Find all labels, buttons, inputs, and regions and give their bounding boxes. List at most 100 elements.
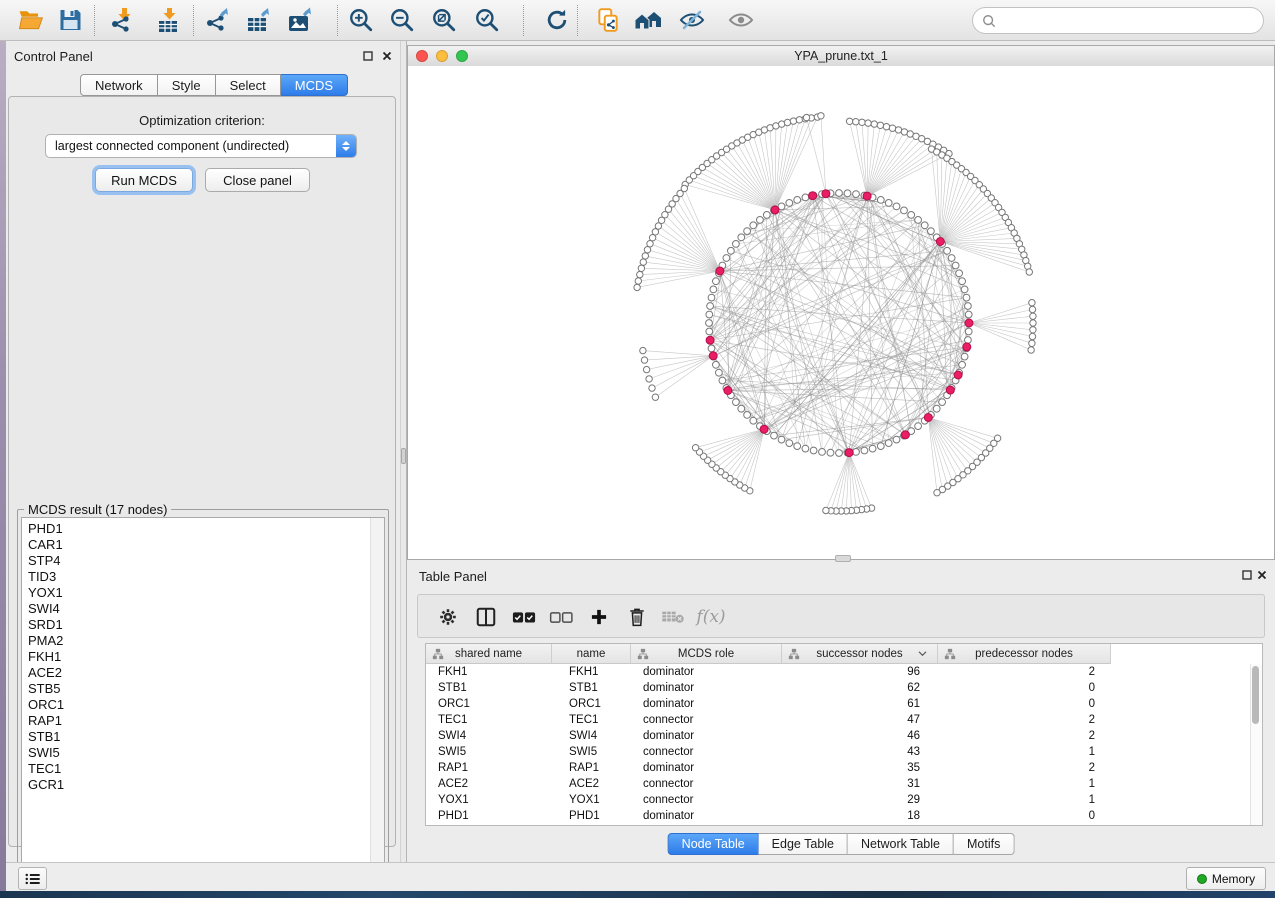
- table-row[interactable]: STB1STB1dominator620: [426, 680, 1262, 696]
- tab-edge-table[interactable]: Edge Table: [759, 833, 848, 855]
- close-table-panel-icon[interactable]: [1255, 568, 1269, 582]
- table-scrollbar[interactable]: [1250, 664, 1262, 825]
- settings-gear-icon[interactable]: [433, 602, 463, 632]
- mcds-result-item[interactable]: ACE2: [22, 665, 370, 681]
- import-table-icon[interactable]: [152, 5, 186, 35]
- mcds-result-item[interactable]: TEC1: [22, 761, 370, 777]
- table-cell: connector: [631, 792, 782, 808]
- run-mcds-button[interactable]: Run MCDS: [95, 168, 193, 192]
- toolbar-separator: [94, 5, 95, 36]
- table-row[interactable]: SWI4SWI4dominator462: [426, 728, 1262, 744]
- tab-motifs[interactable]: Motifs: [954, 833, 1014, 855]
- mcds-result-item[interactable]: RAP1: [22, 713, 370, 729]
- search-field[interactable]: [972, 7, 1264, 34]
- table-row[interactable]: TEC1TEC1connector472: [426, 712, 1262, 728]
- table-row[interactable]: YOX1YOX1connector291: [426, 792, 1262, 808]
- table-cell: PHD1: [426, 808, 552, 824]
- column-header-mcds-role[interactable]: MCDS role: [631, 644, 782, 664]
- zoom-in-icon[interactable]: [344, 5, 378, 35]
- mcds-result-item[interactable]: STB1: [22, 729, 370, 745]
- float-table-panel-icon[interactable]: [1240, 568, 1254, 582]
- mcds-result-item[interactable]: SWI5: [22, 745, 370, 761]
- add-column-icon[interactable]: [584, 602, 614, 632]
- mcds-result-item[interactable]: PHD1: [22, 521, 370, 537]
- hide-selected-icon[interactable]: [675, 5, 709, 35]
- close-panel-icon[interactable]: [380, 49, 394, 63]
- table-cell: dominator: [631, 696, 782, 712]
- mcds-result-group: MCDS result (17 nodes) PHD1CAR1STP4TID3Y…: [17, 509, 389, 889]
- table-row[interactable]: PHD1PHD1dominator180: [426, 808, 1262, 824]
- criterion-dropdown[interactable]: largest connected component (undirected): [45, 134, 357, 158]
- mcds-result-item[interactable]: FKH1: [22, 649, 370, 665]
- first-neighbors-icon[interactable]: [631, 5, 665, 35]
- task-history-button[interactable]: [18, 867, 47, 890]
- node-table-header: shared name name MCDS role successor nod…: [426, 644, 1111, 664]
- table-cell: ACE2: [552, 776, 631, 792]
- table-row[interactable]: FKH1FKH1dominator962: [426, 664, 1262, 680]
- select-all-icon[interactable]: [509, 602, 539, 632]
- table-cell: dominator: [631, 760, 782, 776]
- horizontal-splitter-grip[interactable]: [835, 555, 851, 562]
- table-cell: 2: [938, 712, 1111, 728]
- application-window: Control Panel Network Style Select MCDS …: [0, 0, 1275, 898]
- tab-network[interactable]: Network: [80, 74, 158, 96]
- network-graph[interactable]: [408, 66, 1274, 559]
- copy-network-icon[interactable]: [591, 5, 625, 35]
- mcds-tab-content: Optimization criterion: largest connecte…: [8, 96, 396, 847]
- table-cell: 2: [938, 760, 1111, 776]
- mcds-result-listbox[interactable]: PHD1CAR1STP4TID3YOX1SWI4SRD1PMA2FKH1ACE2…: [21, 517, 385, 885]
- table-cell: SWI5: [552, 744, 631, 760]
- mcds-result-item[interactable]: PMA2: [22, 633, 370, 649]
- import-network-icon[interactable]: [107, 5, 141, 35]
- export-image-icon[interactable]: [284, 5, 318, 35]
- attribute-icon: [637, 648, 649, 660]
- delete-column-icon[interactable]: [622, 602, 652, 632]
- deselect-all-icon[interactable]: [546, 602, 576, 632]
- table-row[interactable]: RAP1RAP1dominator352: [426, 760, 1262, 776]
- show-all-icon[interactable]: [724, 5, 758, 35]
- vertical-splitter-grip[interactable]: [401, 448, 406, 464]
- zoom-fit-icon[interactable]: [427, 5, 461, 35]
- export-network-icon[interactable]: [202, 5, 236, 35]
- memory-button[interactable]: Memory: [1186, 867, 1266, 890]
- mcds-result-item[interactable]: STB5: [22, 681, 370, 697]
- table-cell: connector: [631, 712, 782, 728]
- mcds-result-item[interactable]: CAR1: [22, 537, 370, 553]
- mcds-result-item[interactable]: TID3: [22, 569, 370, 585]
- column-header-shared-name[interactable]: shared name: [426, 644, 552, 664]
- close-panel-button[interactable]: Close panel: [205, 168, 310, 192]
- mcds-result-item[interactable]: SRD1: [22, 617, 370, 633]
- table-scrollbar-thumb[interactable]: [1252, 666, 1259, 724]
- column-header-successor-nodes[interactable]: successor nodes: [782, 644, 938, 664]
- mcds-list-scrollbar[interactable]: [370, 518, 384, 884]
- column-header-name[interactable]: name: [552, 644, 631, 664]
- control-panel-title: Control Panel: [14, 49, 93, 64]
- tab-node-table[interactable]: Node Table: [668, 833, 759, 855]
- open-file-icon[interactable]: [14, 5, 48, 35]
- function-builder-icon: f(x): [696, 602, 726, 632]
- column-header-predecessor-nodes[interactable]: predecessor nodes: [938, 644, 1111, 664]
- zoom-selected-icon[interactable]: [470, 5, 504, 35]
- refresh-view-icon[interactable]: [540, 5, 574, 35]
- float-panel-icon[interactable]: [361, 49, 375, 63]
- mcds-result-item[interactable]: ORC1: [22, 697, 370, 713]
- zoom-out-icon[interactable]: [385, 5, 419, 35]
- network-view-titlebar[interactable]: YPA_prune.txt_1: [408, 46, 1274, 67]
- table-cell: 43: [782, 744, 938, 760]
- mcds-result-item[interactable]: SWI4: [22, 601, 370, 617]
- table-row[interactable]: SWI5SWI5connector431: [426, 744, 1262, 760]
- table-row[interactable]: ORC1ORC1dominator610: [426, 696, 1262, 712]
- mcds-result-item[interactable]: YOX1: [22, 585, 370, 601]
- export-table-icon[interactable]: [243, 5, 277, 35]
- mcds-result-item[interactable]: STP4: [22, 553, 370, 569]
- save-session-icon[interactable]: [53, 5, 87, 35]
- table-row[interactable]: ACE2ACE2connector311: [426, 776, 1262, 792]
- vertical-splitter[interactable]: [400, 41, 407, 862]
- column-layout-icon[interactable]: [471, 602, 501, 632]
- mcds-result-item[interactable]: GCR1: [22, 777, 370, 793]
- tab-network-table[interactable]: Network Table: [848, 833, 954, 855]
- search-input[interactable]: [1002, 13, 1263, 29]
- tab-mcds[interactable]: MCDS: [281, 74, 348, 96]
- tab-style[interactable]: Style: [158, 74, 216, 96]
- tab-select[interactable]: Select: [216, 74, 281, 96]
